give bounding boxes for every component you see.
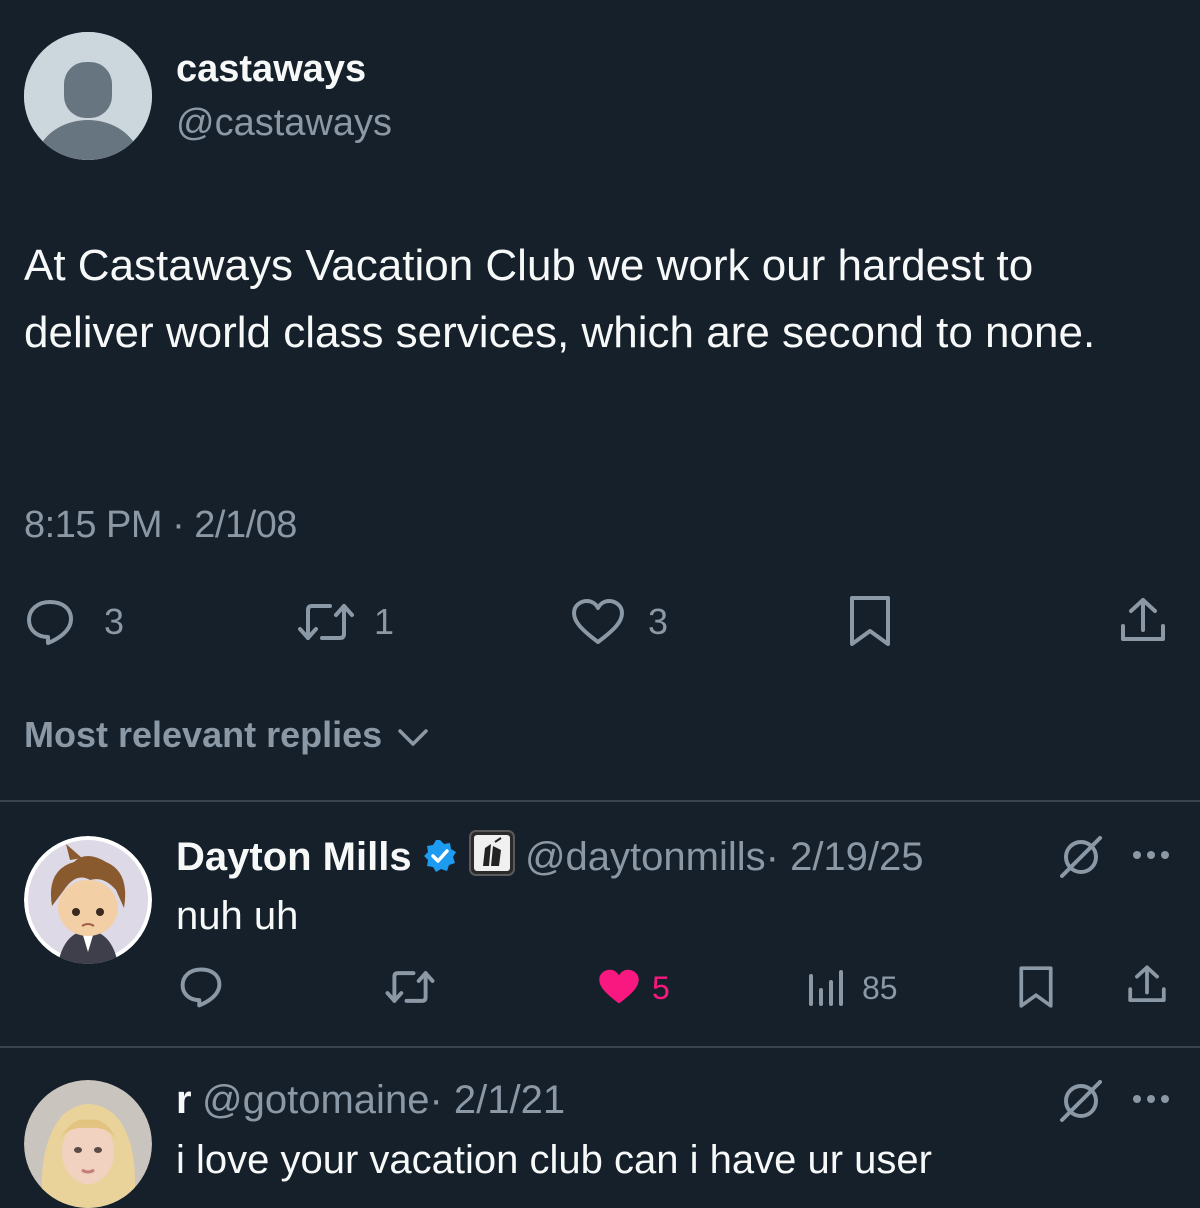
- reply-button[interactable]: [178, 966, 224, 1008]
- grok-icon[interactable]: [1058, 1078, 1104, 1124]
- reply-button[interactable]: [24, 598, 76, 646]
- share-button[interactable]: [1126, 964, 1168, 1006]
- like-button[interactable]: [596, 966, 642, 1008]
- divider: [0, 800, 1200, 802]
- retweet-button[interactable]: [384, 966, 436, 1008]
- reply-text: nuh uh: [176, 894, 299, 938]
- reply-header: Dayton Mills @daytonmills· 2/19/25: [176, 830, 924, 881]
- reply-header: r @gotomaine· 2/1/21: [176, 1076, 565, 1124]
- comment-icon: [178, 966, 224, 1008]
- views-chart-icon: [806, 966, 846, 1008]
- author-handle[interactable]: @castaways: [176, 100, 392, 146]
- author-display-name[interactable]: castaways: [176, 46, 366, 92]
- like-count: 3: [648, 601, 669, 642]
- views-button[interactable]: [806, 966, 846, 1008]
- share-icon: [1126, 964, 1168, 1006]
- comment-icon: [24, 598, 76, 646]
- bookmark-button[interactable]: [848, 594, 892, 648]
- grok-icon[interactable]: [1058, 834, 1104, 880]
- like-count: 5: [652, 970, 670, 1006]
- retweet-count: 1: [374, 601, 395, 642]
- reply-count: 3: [104, 601, 125, 642]
- avatar[interactable]: [24, 836, 152, 964]
- like-button[interactable]: [570, 598, 626, 646]
- avatar[interactable]: [24, 1080, 152, 1208]
- share-icon: [1118, 596, 1168, 646]
- reply-display-name[interactable]: Dayton Mills: [176, 835, 412, 879]
- retweet-icon: [296, 598, 356, 646]
- bookmark-icon: [848, 594, 892, 648]
- divider: [0, 1046, 1200, 1048]
- sort-label: Most relevant replies: [24, 714, 383, 755]
- retweet-button[interactable]: [296, 598, 356, 646]
- author-avatar[interactable]: [24, 32, 152, 160]
- reply-handle[interactable]: @gotomaine: [202, 1078, 429, 1122]
- more-options-icon[interactable]: [1130, 1092, 1172, 1106]
- chevron-down-icon: [396, 714, 430, 760]
- tweet-timestamp[interactable]: 8:15 PM · 2/1/08: [24, 502, 297, 548]
- verified-badge-icon: [422, 838, 458, 879]
- more-options-icon[interactable]: [1130, 848, 1172, 862]
- retweet-icon: [384, 966, 436, 1008]
- reply-sort-toggle[interactable]: Most relevant replies: [24, 712, 430, 760]
- tweet-text: At Castaways Vacation Club we work our h…: [24, 241, 1096, 357]
- heart-filled-icon: [596, 966, 642, 1008]
- reply-date[interactable]: · 2/19/25: [766, 835, 924, 879]
- share-button[interactable]: [1118, 596, 1168, 646]
- reply-handle[interactable]: @daytonmills: [525, 835, 766, 879]
- reply-date[interactable]: · 2/1/21: [429, 1078, 565, 1122]
- bookmark-icon: [1018, 964, 1054, 1010]
- views-count: 85: [862, 970, 898, 1006]
- heart-icon: [570, 598, 626, 646]
- reply-display-name[interactable]: r: [176, 1078, 192, 1122]
- affiliate-badge-icon: [468, 830, 515, 881]
- reply-text: i love your vacation club can i have ur …: [176, 1138, 932, 1182]
- bookmark-button[interactable]: [1018, 964, 1054, 1010]
